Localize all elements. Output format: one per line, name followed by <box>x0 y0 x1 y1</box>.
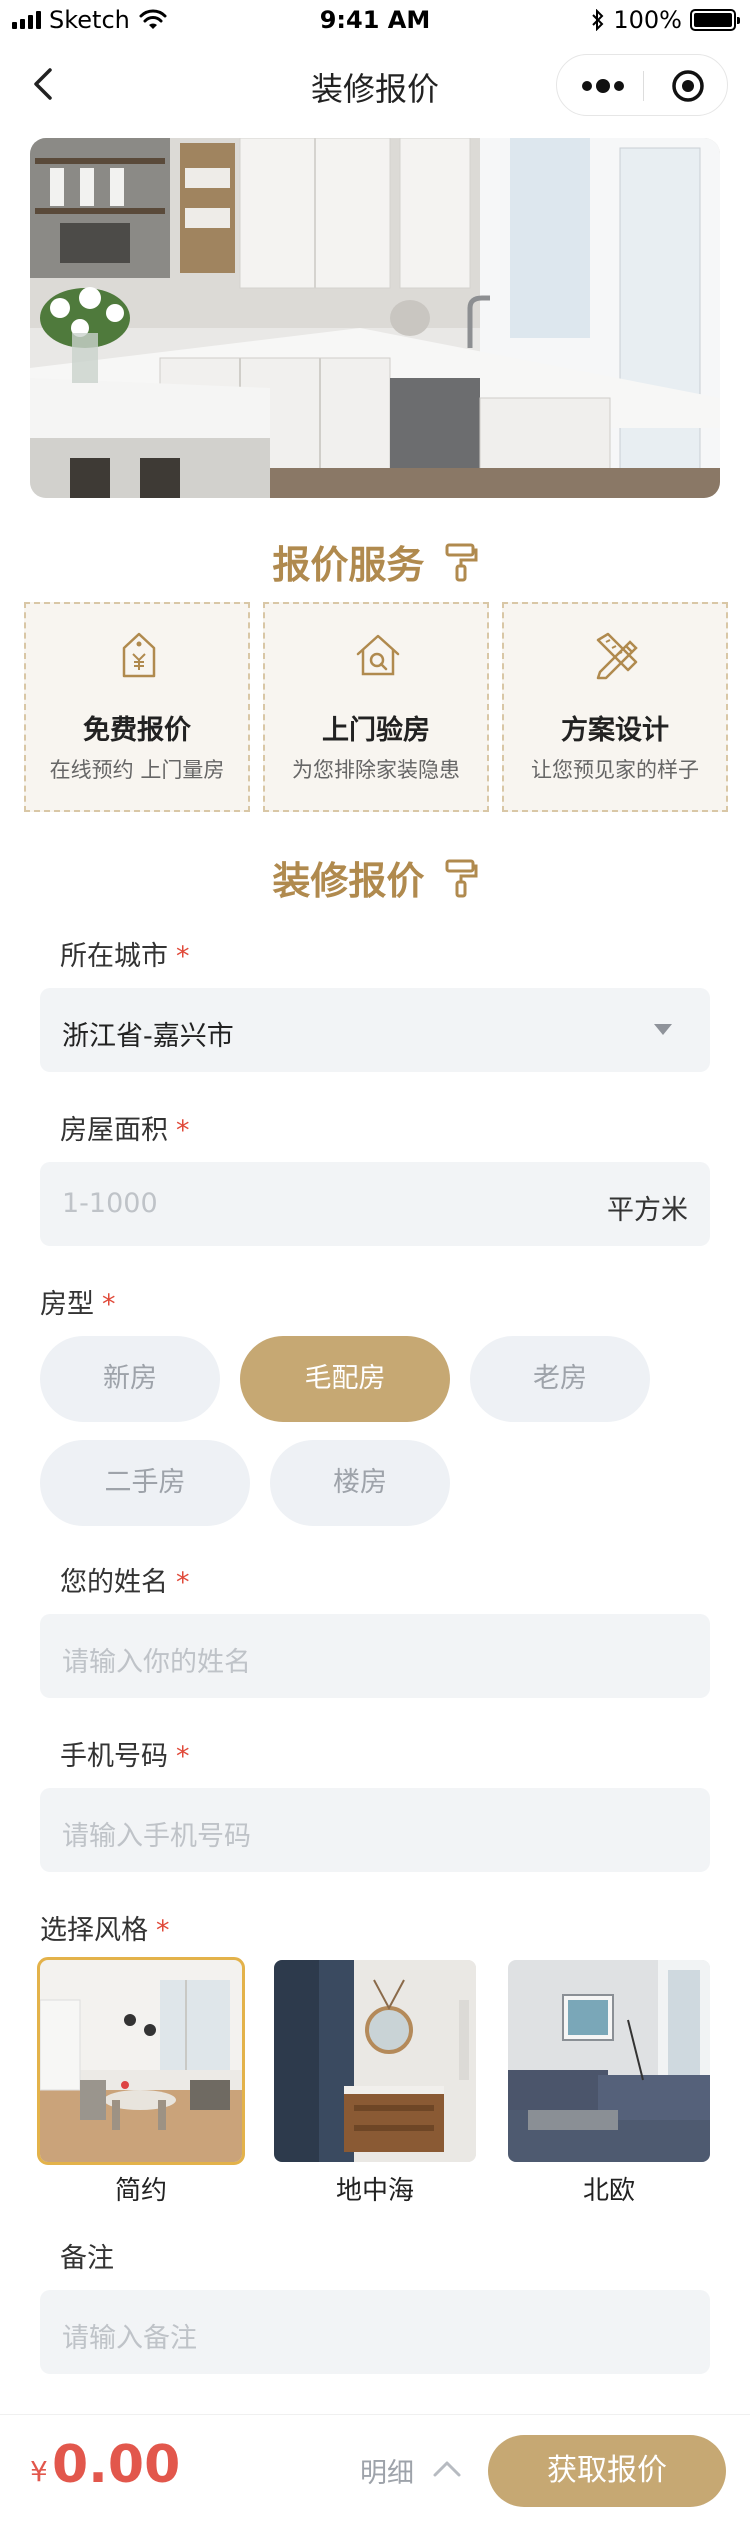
required-mark: * <box>176 1741 190 1772</box>
style-image-simple <box>37 1957 245 2165</box>
required-mark: * <box>156 1915 170 1946</box>
remark-label-text: 备注 <box>60 2243 114 2274</box>
services-section-title: 报价服务 <box>0 534 750 589</box>
phone-label: 手机号码 * <box>60 1734 190 1773</box>
area-input[interactable]: 1-1000 平方米 <box>40 1162 710 1246</box>
style-option-mediterranean[interactable]: 地中海 <box>274 1960 476 2207</box>
style-image-mediterranean <box>274 1960 476 2162</box>
close-target-icon[interactable] <box>671 69 705 103</box>
required-mark: * <box>176 1567 190 1598</box>
remark-input[interactable]: 请输入备注 <box>40 2290 710 2374</box>
city-select[interactable]: 浙江省-嘉兴市 <box>40 988 710 1072</box>
service-desc: 为您排除家装隐患 <box>292 758 460 782</box>
style-label-text: 选择风格 <box>40 1915 148 1946</box>
service-card-design[interactable]: 方案设计 让您预见家的样子 <box>502 602 728 812</box>
status-right: 100% <box>591 6 740 34</box>
status-bar: Sketch 9:41 AM 100% <box>0 0 750 40</box>
house-type-option-selected[interactable]: 毛配房 <box>240 1336 450 1422</box>
capsule-divider <box>643 71 644 101</box>
paint-roller-icon <box>445 543 478 582</box>
name-label: 您的姓名 * <box>60 1560 190 1599</box>
detail-toggle-button[interactable]: 明细 <box>360 2451 470 2491</box>
price-currency: ¥ <box>30 2455 48 2488</box>
style-name: 简约 <box>114 2176 167 2206</box>
dropdown-caret-icon <box>654 1024 672 1035</box>
service-name: 方案设计 <box>561 715 669 746</box>
house-type-label-text: 房型 <box>40 1289 94 1320</box>
area-label-text: 房屋面积 <box>60 1115 168 1146</box>
area-unit: 平方米 <box>607 1195 688 1226</box>
style-option-simple[interactable]: 简约 <box>37 1957 245 2207</box>
name-placeholder: 请输入你的姓名 <box>62 1647 251 1678</box>
name-input[interactable]: 请输入你的姓名 <box>40 1614 710 1698</box>
banner-image <box>30 138 720 498</box>
house-type-option[interactable]: 新房 <box>40 1336 220 1422</box>
phone-label-text: 手机号码 <box>60 1741 168 1772</box>
area-label: 房屋面积 * <box>60 1108 190 1147</box>
style-name: 地中海 <box>335 2176 414 2206</box>
city-label-text: 所在城市 <box>60 941 168 972</box>
required-mark: * <box>176 941 190 972</box>
required-mark: * <box>102 1289 116 1320</box>
service-desc: 在线预约 上门量房 <box>49 758 225 782</box>
name-label-text: 您的姓名 <box>60 1567 168 1598</box>
service-card-free-quote[interactable]: 免费报价 在线预约 上门量房 <box>24 602 250 812</box>
battery-icon <box>690 9 740 31</box>
pencil-ruler-icon <box>596 632 638 680</box>
price-tag-icon <box>122 632 156 678</box>
more-dots-icon[interactable] <box>575 71 631 101</box>
house-type-option[interactable]: 二手房 <box>40 1440 250 1526</box>
service-card-inspection[interactable]: 上门验房 为您排除家装隐患 <box>263 602 489 812</box>
detail-label: 明细 <box>360 2458 414 2489</box>
remark-placeholder: 请输入备注 <box>62 2323 197 2354</box>
style-option-nordic[interactable]: 北欧 <box>508 1960 710 2207</box>
quote-section-title: 装修报价 <box>0 850 750 905</box>
price-value: 0.00 <box>52 2435 181 2495</box>
remark-label: 备注 <box>60 2236 114 2275</box>
phone-input[interactable]: 请输入手机号码 <box>40 1788 710 1872</box>
services-list: 免费报价 在线预约 上门量房 上门验房 为您排除家装隐患 方案设计 让您预见家的… <box>24 602 728 812</box>
city-label: 所在城市 * <box>60 934 190 973</box>
house-type-option[interactable]: 楼房 <box>270 1440 450 1526</box>
style-image-nordic <box>508 1960 710 2162</box>
quote-title-text: 装修报价 <box>272 859 425 903</box>
services-title-text: 报价服务 <box>272 543 425 587</box>
phone-placeholder: 请输入手机号码 <box>62 1821 251 1852</box>
city-value: 浙江省-嘉兴市 <box>62 1021 234 1052</box>
chevron-up-icon <box>433 2461 461 2477</box>
service-desc: 让您预见家的样子 <box>531 758 699 782</box>
house-search-icon <box>356 634 400 676</box>
paint-roller-icon <box>445 859 478 898</box>
style-name: 北欧 <box>582 2176 635 2206</box>
service-name: 免费报价 <box>83 715 191 746</box>
required-mark: * <box>176 1115 190 1146</box>
bluetooth-icon <box>592 9 604 31</box>
area-placeholder: 1-1000 <box>62 1188 158 1219</box>
house-type-option[interactable]: 老房 <box>470 1336 650 1422</box>
bottom-bar: ¥ 0.00 明细 获取报价 <box>0 2414 750 2525</box>
style-label: 选择风格 * <box>40 1908 170 1947</box>
nav-bar: 装修报价 <box>0 44 750 124</box>
mini-program-capsule <box>556 54 728 116</box>
get-quote-button[interactable]: 获取报价 <box>488 2435 726 2507</box>
service-name: 上门验房 <box>322 715 430 746</box>
battery-percent: 100% <box>613 6 682 34</box>
house-type-label: 房型 * <box>40 1282 116 1321</box>
